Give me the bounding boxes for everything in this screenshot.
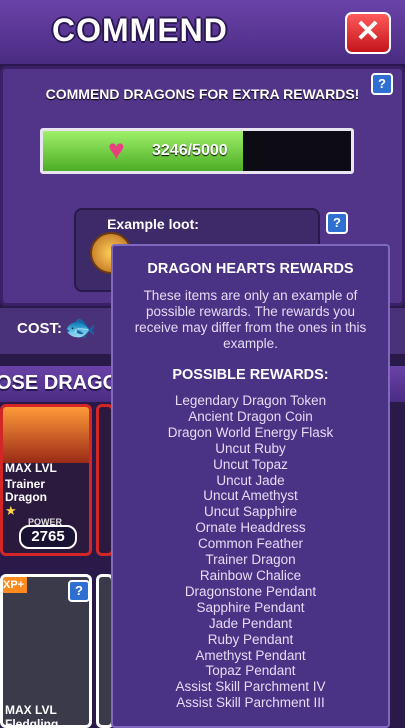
loot-help-icon[interactable]: ? bbox=[326, 212, 348, 234]
xp-badge: XP+ bbox=[3, 577, 27, 593]
reward-item: Ornate Headdress bbox=[195, 520, 306, 536]
progress-text: 3246/5000 bbox=[152, 142, 228, 159]
cost-label: COST: bbox=[17, 320, 62, 337]
reward-item: Uncut Topaz bbox=[213, 456, 288, 472]
fish-food-icon: 🐟 bbox=[64, 312, 97, 342]
reward-item: Topaz Pendant bbox=[205, 663, 296, 679]
dragon-name-line1: Fledgling bbox=[5, 717, 59, 728]
reward-item: Uncut Amethyst bbox=[203, 488, 298, 504]
dragon-level: MAX LVL bbox=[5, 703, 57, 717]
reward-item: Common Feather bbox=[197, 536, 304, 552]
commend-heading: COMMEND DRAGONS FOR EXTRA REWARDS! bbox=[45, 86, 360, 102]
reward-item: Legendary Dragon Token bbox=[174, 393, 327, 408]
card-help-icon[interactable]: ? bbox=[68, 580, 90, 602]
tooltip-subtitle: POSSIBLE REWARDS: bbox=[172, 367, 329, 383]
dragon-portrait bbox=[3, 407, 89, 463]
tooltip-description: These items are only an example of possi… bbox=[134, 288, 367, 351]
reward-item: Trainer Dragon bbox=[205, 552, 296, 568]
reward-item: Jade Pendant bbox=[208, 615, 293, 631]
power-value: 2765 bbox=[19, 525, 77, 549]
dragon-name-line1: Trainer bbox=[5, 477, 46, 491]
reward-item: Assist Skill Parchment III bbox=[176, 695, 325, 711]
reward-item: Dragonstone Pendant bbox=[184, 583, 317, 599]
close-button[interactable]: ✕ bbox=[345, 12, 391, 54]
choose-banner-text: OSE DRAGO bbox=[0, 372, 119, 394]
reward-item: Amethyst Pendant bbox=[195, 647, 306, 663]
reward-item: Assist Skill Parchment IV bbox=[175, 679, 326, 695]
dragon-level: MAX LVL bbox=[5, 461, 57, 475]
dragon-name-line2: Dragon bbox=[5, 490, 47, 504]
tooltip-title: DRAGON HEARTS REWARDS bbox=[147, 261, 354, 277]
reward-item: Ancient Dragon Coin bbox=[188, 408, 313, 424]
reward-item: Ruby Pendant bbox=[207, 631, 294, 647]
dragon-heart-icon: ♥ bbox=[108, 134, 125, 165]
reward-item: Uncut Sapphire bbox=[203, 504, 298, 520]
close-icon: ✕ bbox=[355, 15, 381, 48]
reward-item: Uncut Jade bbox=[216, 472, 285, 488]
reward-item: Dragon World Energy Flask bbox=[167, 424, 334, 440]
reward-item: Uncut Ruby bbox=[215, 440, 286, 456]
dragon-card[interactable]: MAX LVL Trainer Dragon ★ POWER 2765 bbox=[0, 404, 92, 556]
rewards-list: Legendary Dragon Token Ancient Dragon Coi… bbox=[111, 393, 390, 711]
reward-item: Sapphire Pendant bbox=[196, 599, 305, 615]
page-title: COMMEND bbox=[52, 12, 228, 48]
star-icon: ★ bbox=[5, 503, 17, 518]
reward-item: Rainbow Chalice bbox=[199, 567, 302, 583]
example-loot-label: Example loot: bbox=[107, 216, 199, 232]
